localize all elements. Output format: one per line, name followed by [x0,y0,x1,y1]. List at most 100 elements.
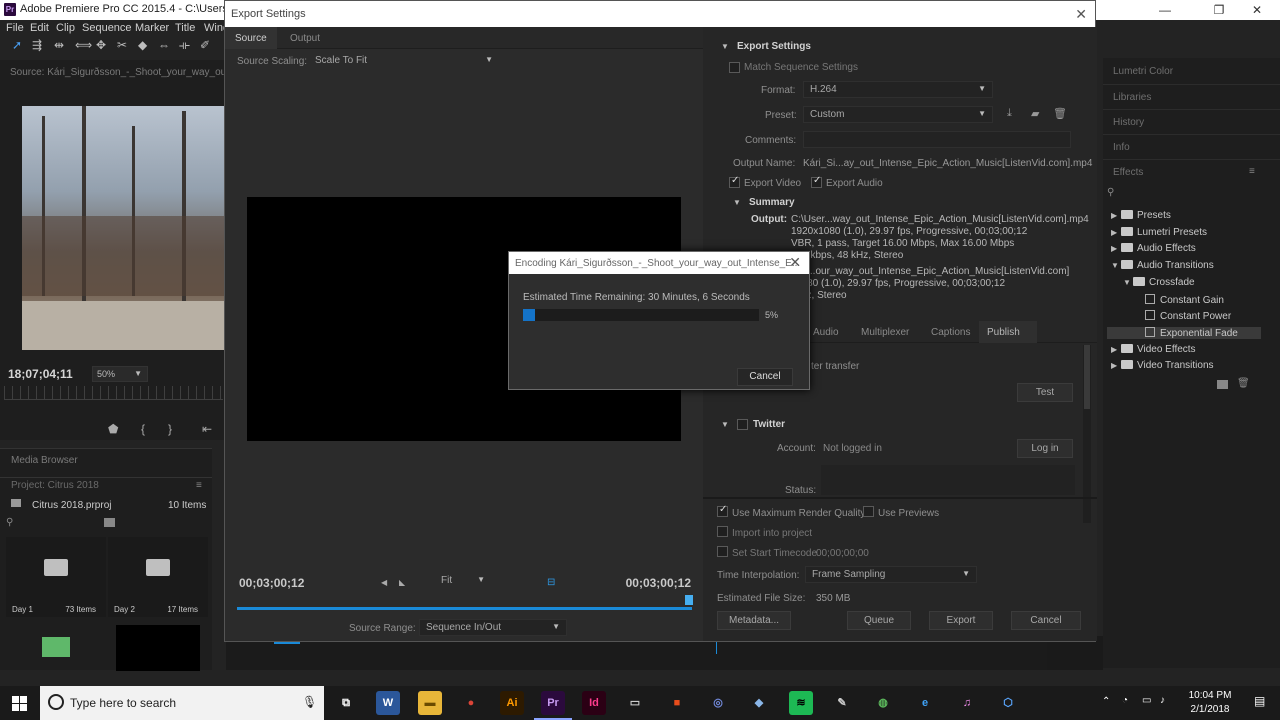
start-tc-value[interactable]: 00;00;00;00 [816,548,869,559]
test-button[interactable]: Test [1017,383,1073,402]
clock[interactable]: 10:04 PM 2/1/2018 [1178,689,1242,717]
menu-edit[interactable]: Edit [30,22,49,34]
new-bin-icon[interactable] [104,518,115,527]
menu-marker[interactable]: Marker [135,22,169,34]
mark-out-icon[interactable]: ◣ [399,578,405,587]
wifi-icon[interactable]: ◔ [1122,695,1128,706]
rolling-edit-icon[interactable]: ⟺ [75,38,92,52]
effects-tree-item[interactable]: ▶ Video Effects [1111,343,1196,355]
tab-output[interactable]: Output [280,27,330,49]
chevron-right-icon[interactable]: ▶ [1111,228,1121,237]
interp-select[interactable]: Frame Sampling ▼ [805,566,977,583]
collapse-icon[interactable]: ▼ [721,42,729,51]
spotify-icon[interactable]: ≋ [789,691,813,715]
source-zoom-select[interactable]: 50% ▼ [92,366,148,382]
go-to-in-icon[interactable]: ⇤ [202,422,212,436]
task-view-icon[interactable]: ⧉ [334,691,358,715]
twitter-checkbox[interactable] [737,419,748,430]
pen-icon[interactable]: ⟛ [179,38,190,53]
tab-audio[interactable]: Audio [813,327,839,338]
crop-icon[interactable]: ⊟ [547,577,555,588]
marker-icon[interactable]: ⬟ [108,422,118,436]
media-browser-tab[interactable]: Media Browser [11,455,78,466]
effects-tree-item[interactable]: ▶ Audio Effects [1111,243,1196,254]
effects-tree-item[interactable]: ▶ Lumetri Presets [1111,226,1207,238]
close-icon[interactable]: ✕ [1075,6,1087,23]
timecode-in[interactable]: 00;03;00;12 [239,576,304,590]
source-scaling-select[interactable]: Scale To Fit ▼ [309,53,499,70]
preset-select[interactable]: Custom ▼ [803,106,993,123]
effects-tree-item[interactable]: ▶ Presets [1111,210,1171,221]
queue-button[interactable]: Queue [847,611,911,630]
source-header[interactable]: Source: Kári_Sigurðsson_-_Shoot_your_way… [10,67,237,78]
delete-icon[interactable]: 🗑 [1237,378,1250,389]
mark-in-icon[interactable]: ◀ [381,578,387,587]
chevron-right-icon[interactable]: ▶ [1111,345,1121,354]
max-render-checkbox[interactable] [717,504,728,517]
photos-icon[interactable]: ▭ [623,691,647,715]
effects-tree-item[interactable]: Exponential Fade [1107,326,1261,339]
tab-captions[interactable]: Captions [931,327,970,338]
panel-history[interactable]: History [1113,117,1144,128]
globe-icon[interactable]: ◍ [871,691,895,715]
collapse-icon[interactable]: ▼ [733,198,741,207]
indesign-icon[interactable]: Id [582,691,606,715]
minimize-icon[interactable]: — [1142,0,1188,20]
discord-icon[interactable]: ◎ [706,691,730,715]
start-button[interactable] [0,686,40,720]
menu-title[interactable]: Title [175,22,195,34]
office-icon[interactable]: ■ [665,691,689,715]
playhead[interactable] [685,595,693,605]
effects-tree-item[interactable]: Constant Gain [1135,293,1224,306]
tab-source[interactable]: Source [225,27,277,49]
encoding-cancel-button[interactable]: Cancel [737,368,793,386]
tab-multiplexer[interactable]: Multiplexer [861,327,909,338]
chevron-right-icon[interactable]: ▶ [1111,211,1121,220]
delete-preset-icon[interactable]: 🗑 [1053,107,1067,120]
source-range-bar[interactable] [237,607,692,610]
fit-select[interactable]: Fit ▼ [435,573,491,590]
chevron-down-icon[interactable]: ▼ [1111,261,1121,270]
video-clip-thumbnail[interactable] [116,625,200,671]
chevron-right-icon[interactable]: ▶ [1111,244,1121,253]
audio-clip-thumbnail[interactable] [42,637,70,657]
collapse-icon[interactable]: ▼ [721,420,729,429]
illustrator-icon[interactable]: Ai [500,691,524,715]
export-video-checkbox[interactable] [729,175,740,188]
panel-libraries[interactable]: Libraries [1113,92,1151,103]
panel-effects[interactable]: Effects [1113,167,1143,178]
metadata-button[interactable]: Metadata... [717,611,791,630]
use-previews-checkbox[interactable] [863,506,874,517]
rate-stretch-icon[interactable]: ✥ [96,38,106,52]
export-button[interactable]: Export [929,611,993,630]
close-icon[interactable]: ✕ [1234,0,1280,20]
panel-lumetri-color[interactable]: Lumetri Color [1113,66,1173,77]
close-icon[interactable]: ✕ [789,254,801,271]
project-name-tab[interactable]: Project: Citrus 2018 [11,480,99,491]
cube-icon[interactable]: ⬡ [996,691,1020,715]
selection-tool-icon[interactable]: ➚ [12,38,22,52]
panel-info[interactable]: Info [1113,142,1130,153]
source-ruler[interactable] [4,386,223,400]
import-preset-icon[interactable]: ▰ [1031,107,1039,120]
menu-sequence[interactable]: Sequence [82,22,132,34]
effects-tree-item[interactable]: Constant Power [1135,310,1231,322]
comments-input[interactable] [803,131,1071,148]
start-tc-checkbox[interactable] [717,546,728,557]
source-range-select[interactable]: Sequence In/Out ▼ [419,619,567,636]
timecode-out[interactable]: 00;03;00;12 [626,576,691,590]
ripple-edit-icon[interactable]: ⇹ [54,38,64,52]
bin-tile[interactable]: Day 2 17 Items [108,537,208,617]
file-explorer-icon[interactable]: ▬ [418,691,442,715]
panel-menu-icon[interactable]: ≡ [196,480,202,491]
razor-icon[interactable]: ✂ [117,38,127,52]
menu-clip[interactable]: Clip [56,22,75,34]
microphone-icon[interactable]: 🎙 [302,695,317,709]
chevron-up-icon[interactable]: ⌃ [1102,696,1110,707]
edge-icon[interactable]: e [913,691,937,715]
cancel-button[interactable]: Cancel [1011,611,1081,630]
search-icon[interactable]: ⚲ [6,517,13,528]
mark-out-icon[interactable]: } [168,422,172,436]
tab-publish[interactable]: Publish [979,321,1037,343]
save-preset-icon[interactable]: ⤓ [1007,107,1012,120]
